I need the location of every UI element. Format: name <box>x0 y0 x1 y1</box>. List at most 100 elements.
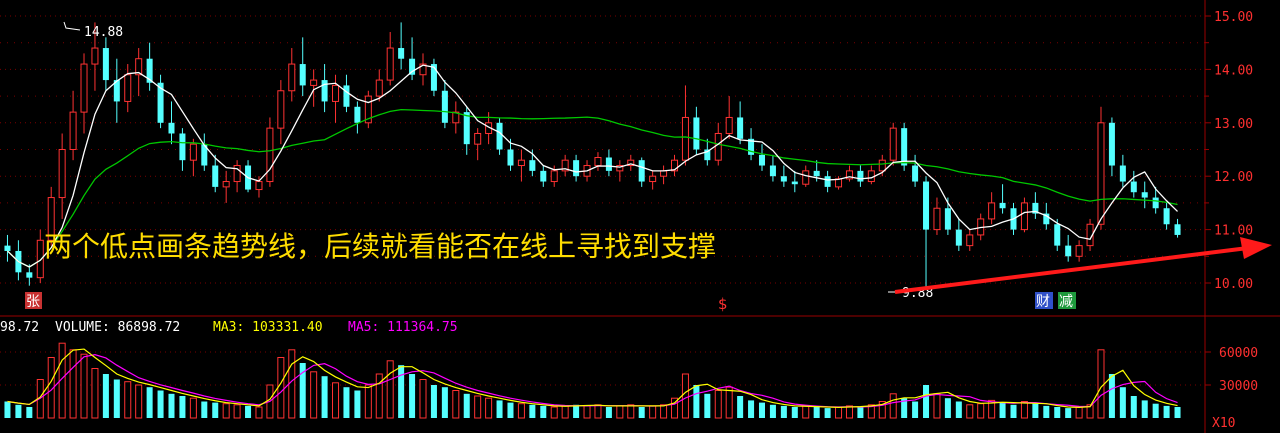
volume-bar <box>1043 405 1050 418</box>
volume-bar <box>999 402 1006 418</box>
volume-bar <box>1174 407 1181 418</box>
candle-body <box>933 207 941 231</box>
candle-body <box>1108 122 1115 166</box>
volume-bar <box>573 404 580 418</box>
candle-body <box>769 165 776 177</box>
candle-body <box>463 112 470 145</box>
candle-body <box>780 176 787 182</box>
volume-bar <box>1032 403 1039 418</box>
volume-bar <box>277 357 285 419</box>
volume-bar <box>748 400 755 418</box>
volume-bar <box>681 373 689 419</box>
volume-bar <box>201 401 208 418</box>
candle-body <box>102 48 109 81</box>
volume-bar <box>933 393 941 419</box>
volume-bar <box>124 381 132 419</box>
volume-bar <box>463 393 470 418</box>
candle-body <box>310 79 318 86</box>
volume-bar <box>725 386 733 419</box>
volume-bar <box>1130 396 1137 418</box>
volume-bar <box>321 376 328 418</box>
candle-body <box>693 117 700 150</box>
volume-bar <box>222 403 230 419</box>
candle-body <box>660 170 668 177</box>
volume-bar <box>332 382 340 419</box>
volume-bar <box>704 393 711 418</box>
volume-bar <box>452 390 460 419</box>
candle-body <box>189 143 197 161</box>
candle-body <box>1097 122 1105 225</box>
candle-body <box>36 239 44 279</box>
volume-bar <box>69 349 77 419</box>
volume-bar <box>485 397 493 419</box>
volume-bar <box>310 371 318 419</box>
volume-bar <box>26 407 33 418</box>
volume-bar <box>540 405 547 418</box>
volume-bar <box>889 393 897 419</box>
candle-body <box>354 106 361 123</box>
candle-body <box>1020 202 1028 231</box>
candle-body <box>594 157 602 167</box>
candle-body <box>222 181 230 188</box>
volume-bar <box>802 405 810 419</box>
candle-body <box>496 122 503 150</box>
volume-bar <box>102 374 109 418</box>
volume-bar <box>233 404 241 419</box>
volume-tick-labels: 60000 30000 <box>1205 346 1258 394</box>
candle-body <box>343 85 350 107</box>
volume-bar <box>660 404 668 419</box>
stock-chart: 15.00 14.00 13.00 12.00 11.00 10.00 60000 3000… <box>0 0 1280 433</box>
volume-bar <box>441 387 448 418</box>
candle-body <box>649 175 657 183</box>
volume-bar <box>845 405 853 419</box>
volume-bar <box>966 404 974 419</box>
candle-body <box>375 79 383 97</box>
candle-body <box>529 160 536 171</box>
volume-header-volume: VOLUME: 86898.72 <box>55 320 180 335</box>
volume-bar <box>507 402 514 418</box>
candle-body <box>91 47 99 65</box>
volume-bar <box>364 384 372 419</box>
volume-bar <box>780 405 787 418</box>
volume-bar <box>1054 407 1061 418</box>
price-tick-label: 12.00 <box>1214 170 1253 185</box>
candle-body <box>791 181 798 185</box>
volume-bar <box>419 379 427 419</box>
volume-bar <box>605 407 612 418</box>
volume-bar <box>638 407 645 418</box>
candle-body <box>507 149 514 166</box>
candle-body <box>1119 165 1126 182</box>
candle-body <box>638 160 645 182</box>
candle-body <box>550 170 558 183</box>
volume-bar <box>409 374 416 418</box>
volume-bar <box>758 402 766 418</box>
volume-bar <box>430 385 437 418</box>
candle-body <box>255 181 263 191</box>
price-tick-label: 11.00 <box>1214 224 1253 239</box>
volume-bar <box>1097 349 1105 419</box>
candle-body <box>966 234 974 247</box>
volume-bar <box>649 405 657 419</box>
volume-header-ma3: MA3: 103331.40 <box>213 320 323 335</box>
candle-body <box>4 245 11 251</box>
volume-bar <box>343 387 350 418</box>
volume-bar <box>15 404 22 418</box>
volume-bar <box>1163 405 1170 418</box>
annotation-text: 两个低点画条趋势线，后续就看能否在线上寻找到支撑 <box>44 230 716 263</box>
candle-body <box>332 84 340 102</box>
volume-bar <box>693 385 700 418</box>
volume-bar <box>146 387 153 418</box>
volume-bar <box>91 368 99 419</box>
volume-bar <box>474 395 482 419</box>
candle-body <box>824 176 831 187</box>
candle-body <box>441 90 448 123</box>
candle-body <box>944 208 951 230</box>
candle-body <box>988 202 996 220</box>
volume-bar <box>944 398 951 418</box>
candle-body <box>1141 192 1148 198</box>
candle-body <box>517 159 525 167</box>
volume-bar <box>386 360 394 419</box>
candle-body <box>605 157 612 171</box>
volume-bar <box>824 408 831 418</box>
volume-bar <box>80 353 88 419</box>
